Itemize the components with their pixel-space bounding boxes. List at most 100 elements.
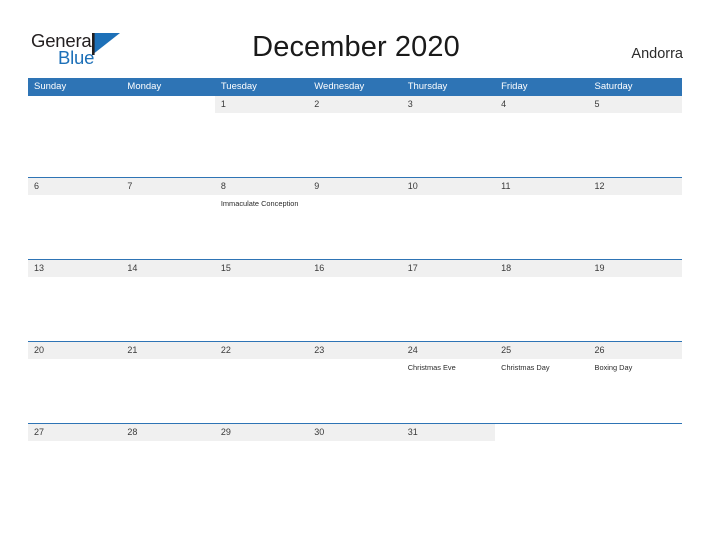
weekday-header-wednesday: Wednesday	[314, 81, 365, 92]
day-number: 20	[34, 345, 45, 355]
calendar-day-cell[interactable]: 9	[308, 178, 403, 259]
calendar-day-cell[interactable]: 6	[28, 178, 122, 259]
calendar-day-cell[interactable]: 14	[121, 260, 216, 341]
calendar-day-cell[interactable]: 17	[401, 260, 496, 341]
day-number: 25	[501, 345, 512, 355]
day-number: 30	[314, 427, 325, 437]
day-number: 11	[501, 181, 511, 191]
calendar-day-cell[interactable]: 11	[495, 178, 589, 259]
holiday-label: Immaculate Conception	[220, 199, 299, 208]
calendar-day-cell[interactable]: 29	[214, 424, 309, 505]
day-number: 17	[407, 263, 418, 273]
calendar-week-row: 20 21 22 23 24 Christmas Eve 25 Christmas Day 26…	[28, 341, 683, 423]
weekday-header-saturday: Saturday	[594, 81, 633, 92]
calendar-day-cell[interactable]: 5	[588, 96, 683, 177]
day-number: 29	[220, 427, 231, 437]
calendar-week-inner: 6 7 8 Immaculate Conception 9 10 11 12	[28, 178, 683, 259]
day-number: 16	[314, 263, 325, 273]
day-number: 23	[314, 345, 325, 355]
holiday-label: Christmas Day	[501, 363, 550, 372]
page-header: General Blue December 2020 Andorra	[0, 0, 712, 78]
calendar-day-cell-empty	[495, 424, 588, 505]
calendar-day-cell[interactable]: 31	[401, 424, 496, 505]
day-number: 6	[34, 181, 40, 191]
weekday-header-tuesday: Tuesday	[220, 81, 257, 92]
calendar-day-cell-empty	[121, 96, 214, 177]
day-number: 18	[501, 263, 512, 273]
day-number	[495, 424, 588, 441]
calendar-day-cell[interactable]: 1	[214, 96, 309, 177]
weekday-header-monday: Monday	[127, 81, 162, 92]
day-number: 5	[594, 99, 600, 109]
calendar-week-row: 13 14 15 16 17 18 19	[28, 259, 683, 341]
calendar-day-cell[interactable]: 12	[588, 178, 683, 259]
calendar-day-cell[interactable]: 24 Christmas Eve	[401, 342, 496, 423]
holiday-label: Christmas Eve	[407, 363, 456, 372]
day-number	[121, 96, 214, 113]
calendar-day-cell[interactable]: 2	[308, 96, 403, 177]
calendar-week-inner: 20 21 22 23 24 Christmas Eve 25 Christmas Day 26…	[28, 342, 683, 423]
calendar-day-cell[interactable]: 8 Immaculate Conception	[214, 178, 309, 259]
calendar-day-cell[interactable]: 21	[121, 342, 216, 423]
page-title: December 2020	[252, 31, 460, 63]
day-number: 28	[127, 427, 138, 437]
weekday-header-sunday: Sunday	[34, 81, 67, 92]
calendar-day-cell[interactable]: 3	[401, 96, 496, 177]
calendar-day-cell[interactable]: 28	[121, 424, 216, 505]
calendar-day-cell[interactable]: 13	[28, 260, 122, 341]
calendar-day-cell-empty	[28, 96, 121, 177]
country-label: Andorra	[631, 46, 683, 62]
day-number: 22	[220, 345, 231, 355]
day-number: 1	[220, 99, 226, 109]
calendar-day-cell[interactable]: 22	[214, 342, 309, 423]
calendar-day-cell[interactable]: 20	[28, 342, 122, 423]
day-number	[28, 96, 121, 113]
calendar-day-cell[interactable]: 19	[588, 260, 683, 341]
holiday-label: Boxing Day	[594, 363, 633, 372]
calendar-day-cell[interactable]: 4	[495, 96, 589, 177]
calendar-week-inner: 1 2 3 4 5	[28, 96, 683, 177]
calendar-page: General Blue December 2020 Andorra Sunda…	[0, 0, 712, 550]
day-number: 2	[314, 99, 320, 109]
day-events: Immaculate Conception	[215, 195, 308, 210]
day-number: 4	[501, 99, 507, 109]
weekday-header-friday: Friday	[501, 81, 528, 92]
calendar-week-row: 27 28 29 30 31	[28, 423, 682, 505]
weekday-header-row: Sunday Monday Tuesday Wednesday Thursday Frid…	[28, 78, 682, 96]
calendar-week-row: 1 2 3 4 5	[28, 96, 683, 177]
day-number: 8	[220, 181, 226, 191]
day-number: 19	[594, 263, 605, 273]
day-number: 12	[594, 181, 605, 191]
calendar-day-cell[interactable]: 26 Boxing Day	[588, 342, 683, 423]
calendar-week-inner: 27 28 29 30 31	[28, 424, 682, 505]
calendar-day-cell-empty	[589, 424, 682, 505]
day-number: 7	[127, 181, 133, 191]
calendar-day-cell[interactable]: 27	[28, 424, 122, 505]
calendar-day-cell[interactable]: 18	[495, 260, 589, 341]
calendar-day-cell[interactable]: 25 Christmas Day	[495, 342, 589, 423]
calendar-day-cell[interactable]: 10	[401, 178, 496, 259]
day-number: 27	[34, 427, 45, 437]
day-number: 9	[314, 181, 320, 191]
day-number: 31	[407, 427, 418, 437]
day-number: 13	[34, 263, 45, 273]
calendar-day-cell[interactable]: 23	[308, 342, 403, 423]
day-events: Christmas Eve	[402, 359, 495, 374]
day-number: 26	[594, 345, 605, 355]
calendar-day-cell[interactable]: 16	[308, 260, 403, 341]
day-number: 3	[407, 99, 413, 109]
calendar-day-cell[interactable]: 30	[308, 424, 403, 505]
day-number	[589, 424, 682, 441]
day-number: 10	[407, 181, 418, 191]
calendar-day-cell[interactable]: 15	[214, 260, 309, 341]
day-events: Boxing Day	[589, 359, 682, 374]
day-number: 21	[127, 345, 138, 355]
day-number: 14	[127, 263, 138, 273]
calendar-grid: Sunday Monday Tuesday Wednesday Thursday Frid…	[28, 78, 683, 505]
day-number: 15	[220, 263, 231, 273]
day-events: Christmas Day	[495, 359, 588, 374]
calendar-weeks: 1 2 3 4 5 6 7 8 Immaculate Conception 9 10 11 12 13 14…	[28, 96, 683, 505]
calendar-week-row: 6 7 8 Immaculate Conception 9 10 11 12	[28, 177, 683, 259]
weekday-header-thursday: Thursday	[407, 81, 448, 92]
calendar-day-cell[interactable]: 7	[121, 178, 216, 259]
